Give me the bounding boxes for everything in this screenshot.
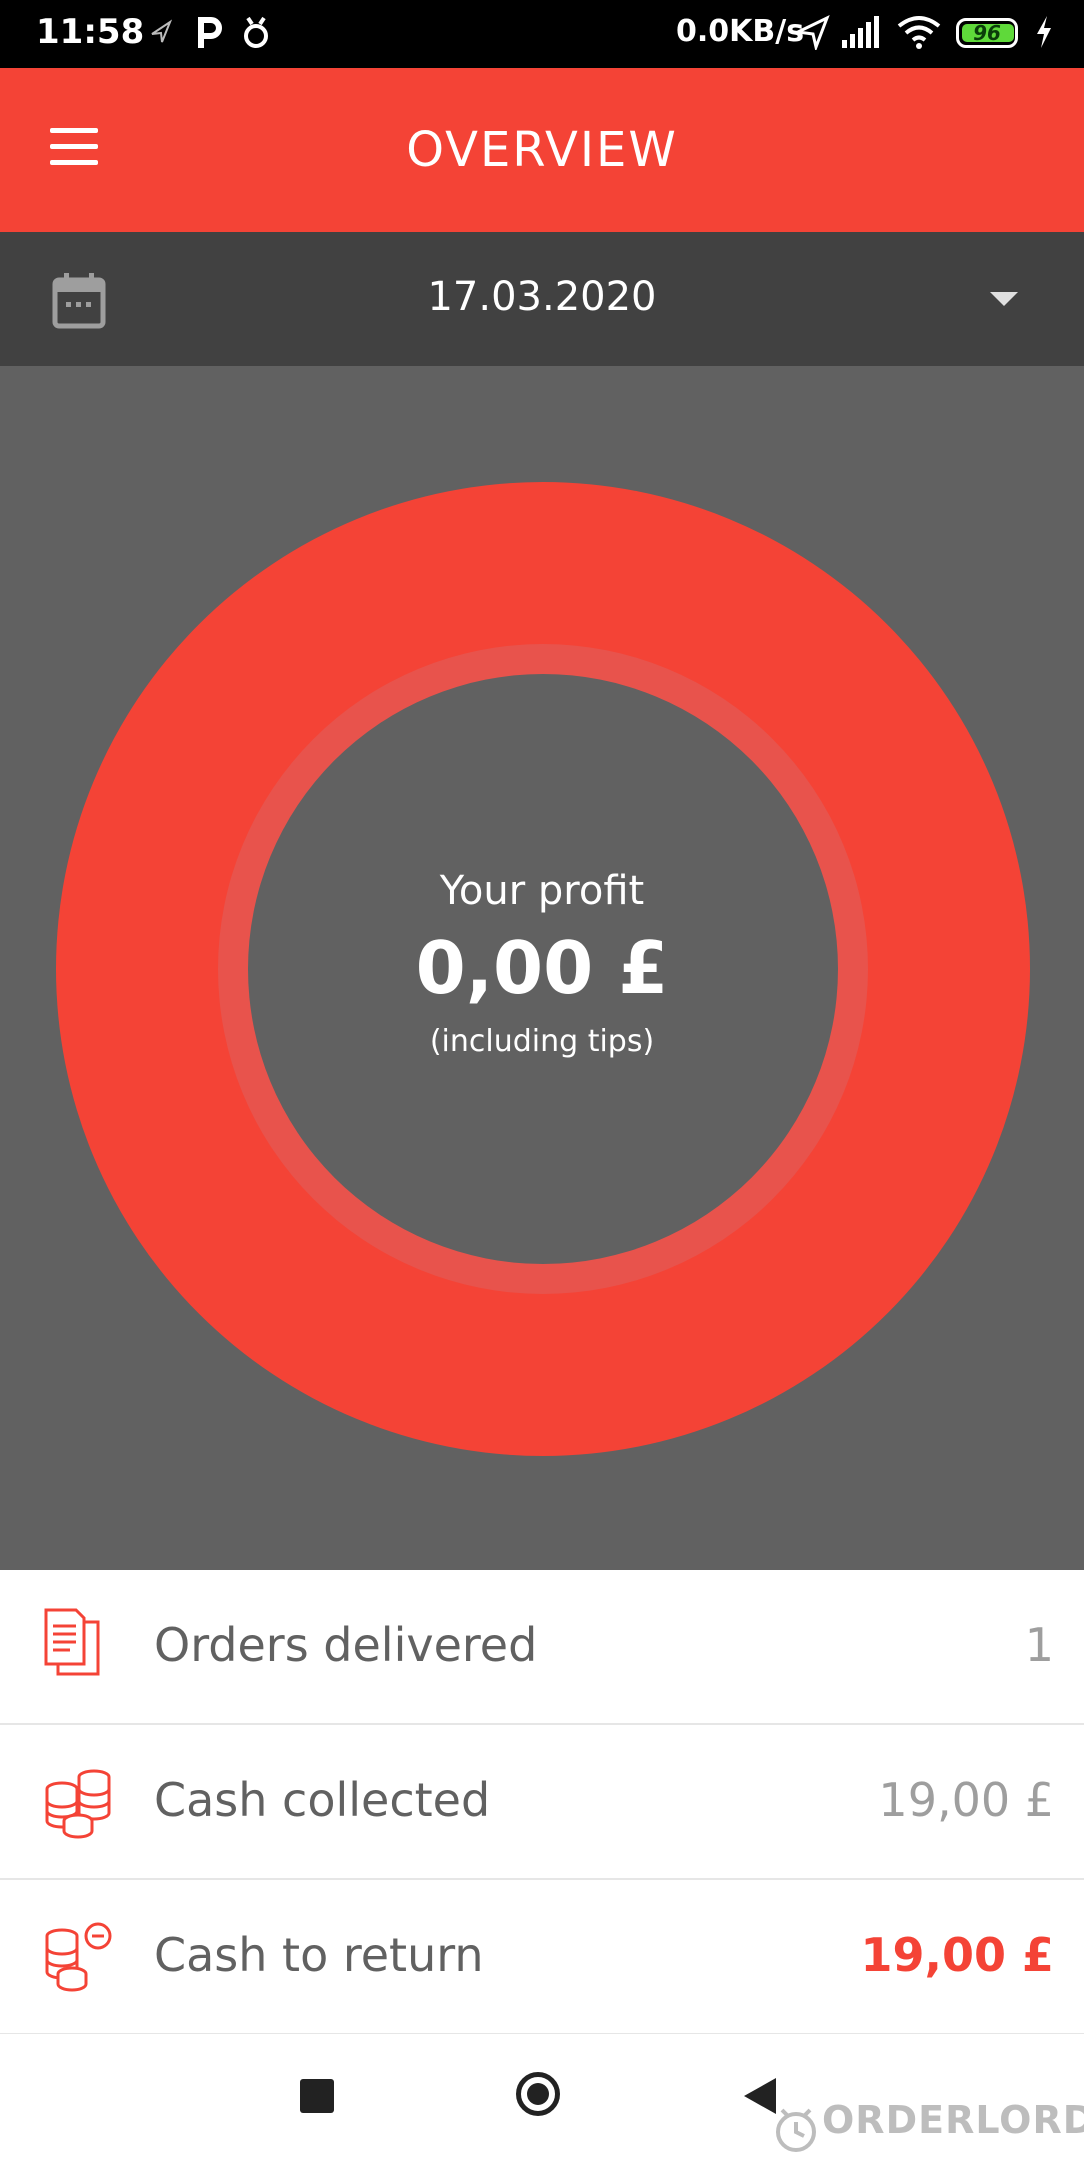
back-button[interactable] [744,2078,776,2114]
profit-label: Your profit [439,868,645,914]
navigation-icon [792,14,830,54]
stat-row-cash-collected[interactable]: Cash collected 19,00 £ [0,1725,1084,1880]
recent-apps-button[interactable] [300,2079,334,2113]
stat-label: Cash collected [154,1773,491,1827]
stat-value: 1 [1024,1618,1054,1672]
wifi-icon [896,14,942,54]
date-selector[interactable]: 17.03.2020 [0,232,1084,366]
coins-icon [42,1763,114,1843]
location-icon [150,14,173,52]
stat-row-orders-delivered[interactable]: Orders delivered 1 [0,1570,1084,1725]
profit-note: (including tips) [429,1024,655,1059]
stat-value: 19,00 £ [878,1773,1054,1827]
documents-icon [42,1608,108,1684]
selected-date: 17.03.2020 [427,274,657,320]
notification-icon [240,14,272,56]
charging-icon [1034,14,1054,54]
parking-icon [196,14,224,56]
battery-icon: 96 [956,18,1018,48]
battery-level: 96 [973,21,1001,45]
profit-chart: Your profit 0,00 £ (including tips) [0,366,1084,1570]
stat-row-cash-to-return[interactable]: Cash to return 19,00 £ [0,1880,1084,2035]
stat-value: 19,00 £ [860,1928,1054,1982]
watermark-clock-icon [774,2104,818,2158]
coins-minus-icon [42,1918,114,1998]
watermark: ORDERLORD [822,2098,1084,2142]
page-title: OVERVIEW [406,122,678,178]
network-speed: 0.0KB/s [676,14,805,49]
stats-list: Orders delivered 1 Cash collected 19,00 … [0,1570,1084,2035]
status-bar: 11:58 0.0KB/s 96 [0,0,1084,68]
status-time: 11:58 [36,12,145,52]
system-nav-bar: ORDERLORD [0,2034,1084,2164]
stat-label: Cash to return [154,1928,484,1982]
dropdown-arrow-icon [990,292,1018,306]
signal-icon [840,14,880,54]
stat-label: Orders delivered [154,1618,538,1672]
home-button[interactable] [516,2072,560,2116]
profit-value: 0,00 £ [415,926,669,1010]
app-bar: OVERVIEW [0,68,1084,232]
